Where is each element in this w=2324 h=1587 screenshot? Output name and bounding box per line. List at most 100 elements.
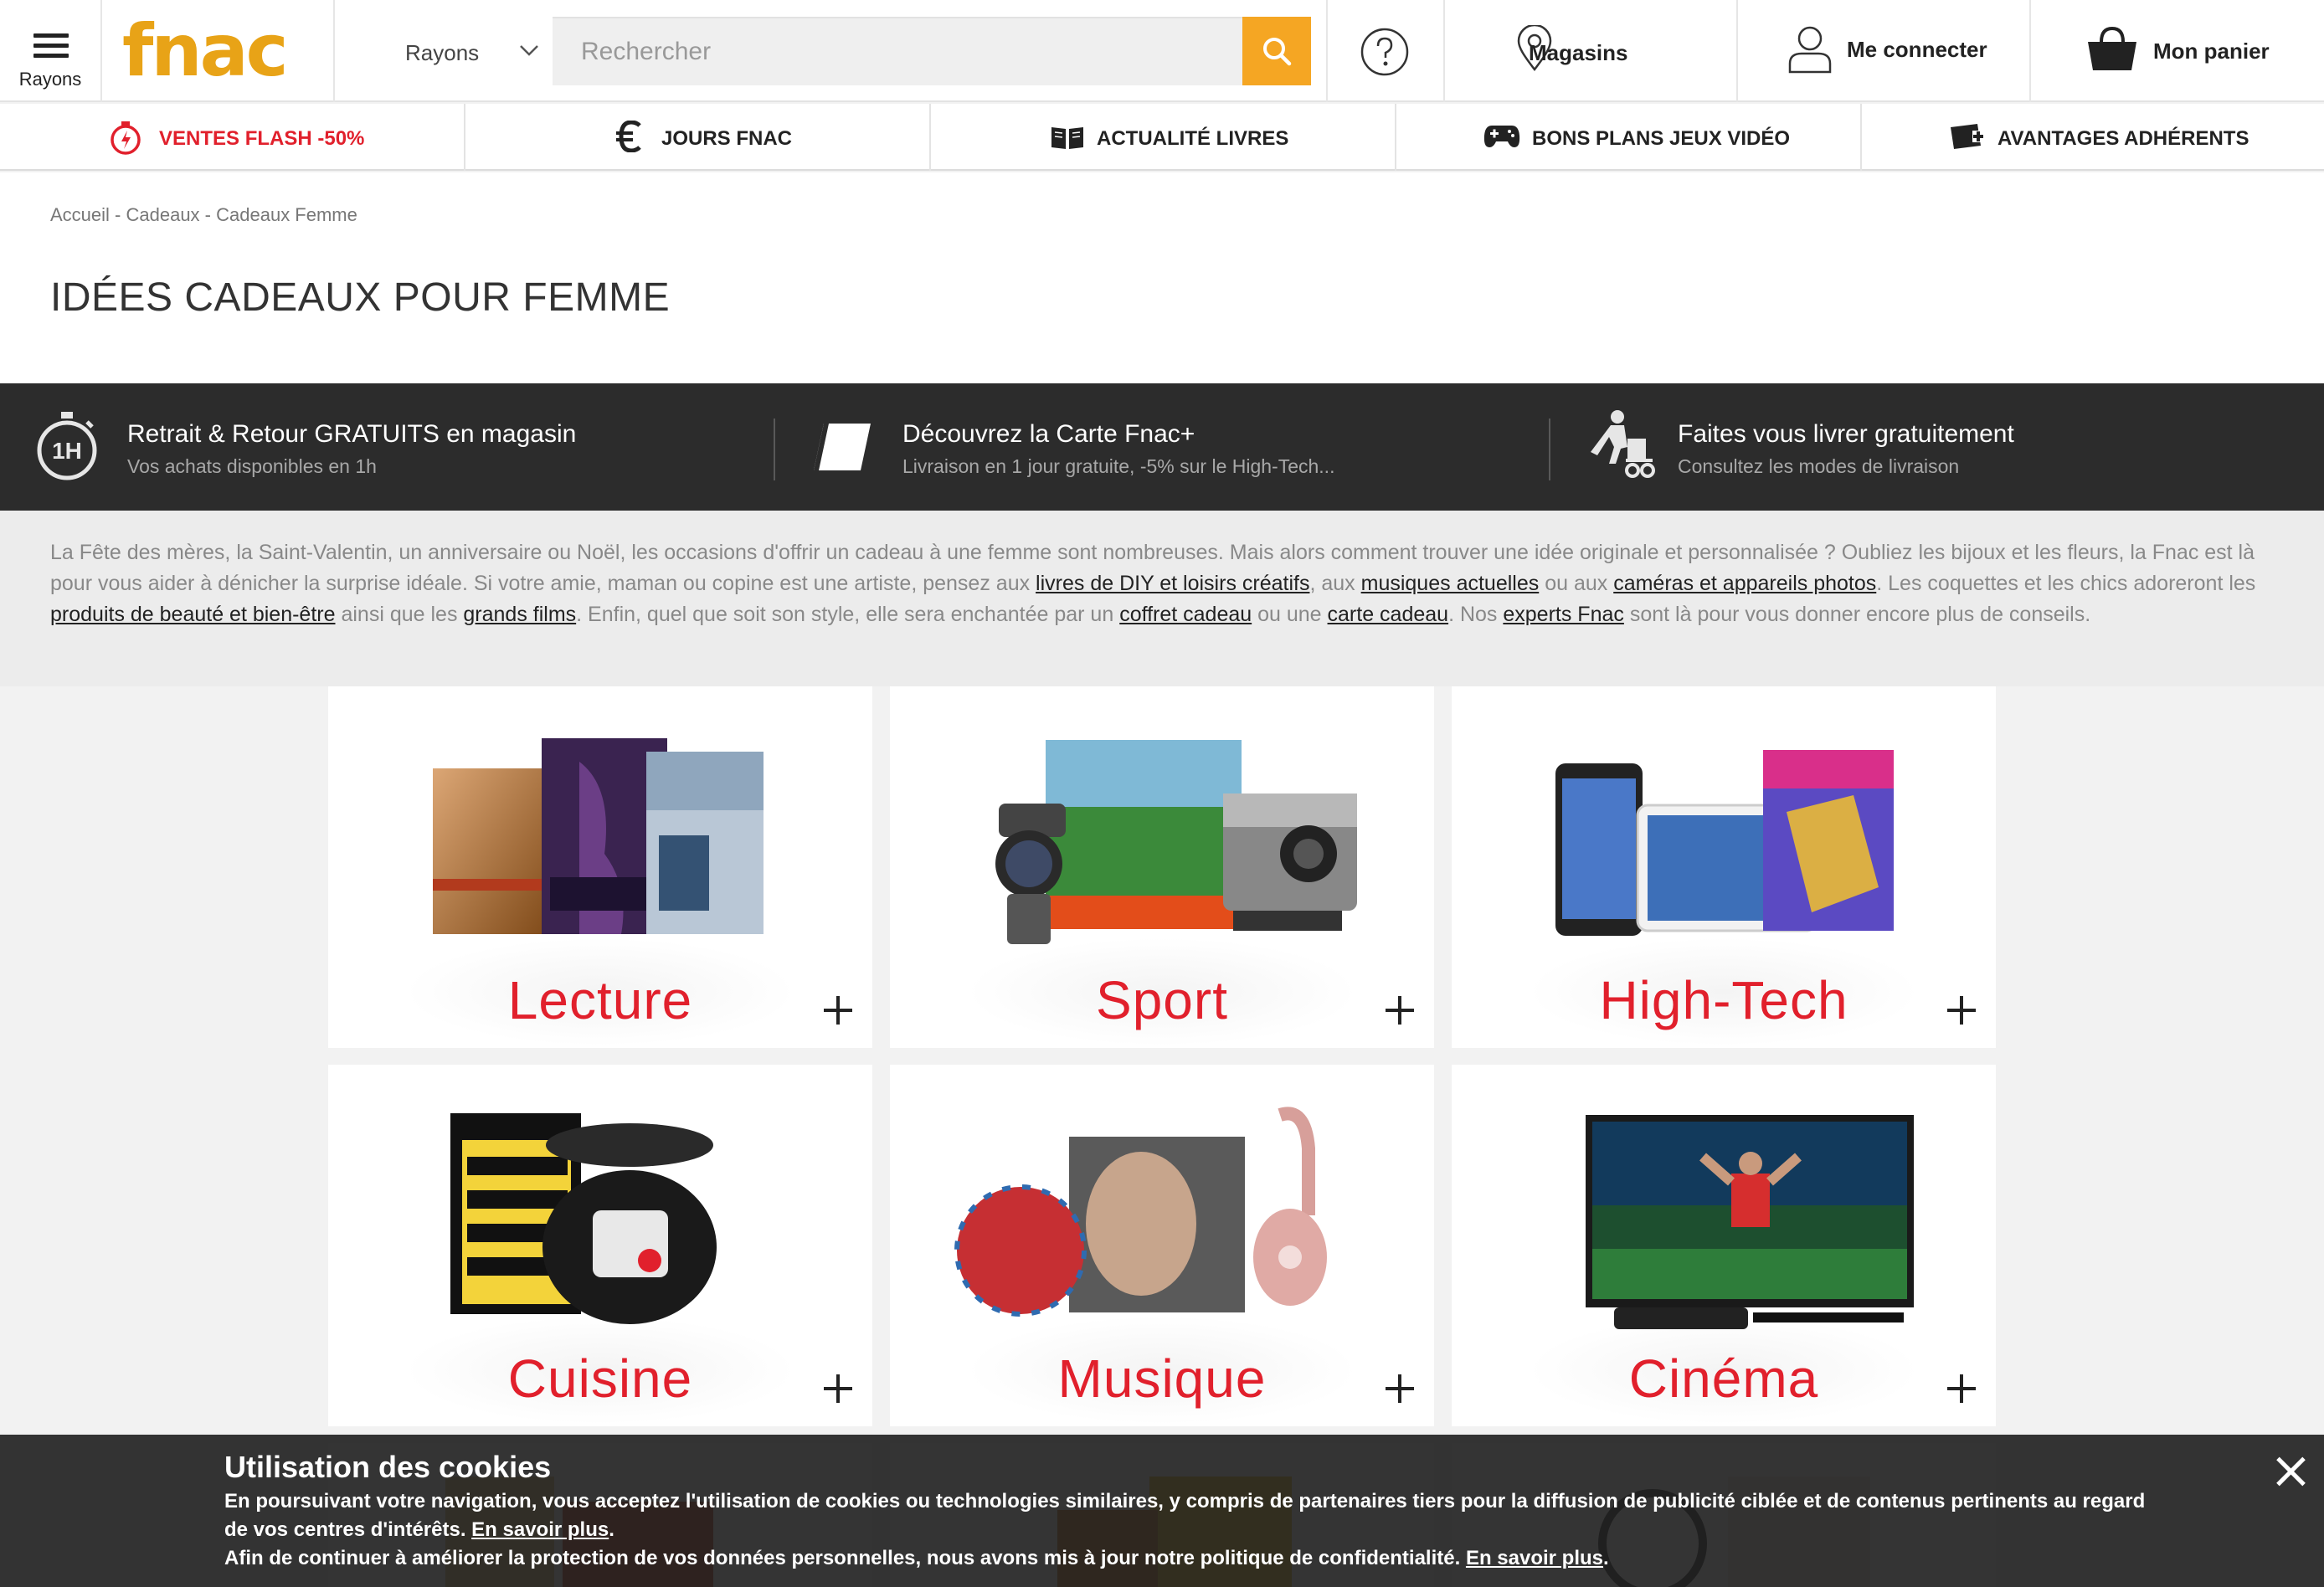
category-tile-cinema[interactable]: Cinéma bbox=[1452, 1065, 1996, 1426]
basket-icon bbox=[2088, 26, 2136, 70]
cookie-text: En poursuivant votre navigation, vous ac… bbox=[224, 1490, 2146, 1513]
intro-fragment: ou aux bbox=[1539, 572, 1614, 595]
delivery-icon bbox=[1591, 410, 1655, 478]
login-label: Me connecter bbox=[1847, 37, 1987, 62]
search-category-select[interactable]: Rayons bbox=[352, 17, 553, 85]
header-divider bbox=[333, 0, 335, 102]
category-name: High-Tech bbox=[1599, 970, 1848, 1030]
cookie-text: de vos centres d'intérêts. En savoir plu… bbox=[224, 1518, 614, 1542]
cookie-text: Afin de continuer à améliorer la protect… bbox=[224, 1547, 1609, 1570]
category-name: Lecture bbox=[507, 970, 693, 1030]
card-icon bbox=[814, 424, 871, 470]
intro-text: La Fête des mères, la Saint-Valentin, un… bbox=[50, 537, 2260, 630]
breadcrumb-item[interactable]: Accueil bbox=[50, 204, 110, 225]
intro-section: La Fête des mères, la Saint-Valentin, un… bbox=[0, 511, 2324, 686]
cinema-products-image bbox=[1586, 1115, 1914, 1329]
stopwatch-icon bbox=[111, 121, 141, 155]
close-icon[interactable] bbox=[2274, 1455, 2307, 1488]
service-subtitle: Vos achats disponibles en 1h bbox=[127, 455, 377, 477]
1h-timer-icon: 1H bbox=[37, 412, 97, 480]
cookie-text-fragment: . bbox=[609, 1518, 614, 1541]
rayons-menu-button[interactable]: Rayons bbox=[0, 0, 102, 102]
category-tile-musique[interactable]: Musique bbox=[890, 1065, 1434, 1426]
category-tile-cuisine[interactable]: Cuisine bbox=[328, 1065, 872, 1426]
nav-label: JOURS FNAC bbox=[661, 127, 793, 150]
user-icon bbox=[1788, 26, 1832, 74]
card-plus-icon bbox=[1951, 124, 1984, 149]
kitchen-products-image bbox=[450, 1113, 717, 1324]
plus-icon[interactable] bbox=[824, 1374, 852, 1403]
cookie-text-fragment: . bbox=[1603, 1547, 1609, 1569]
link-cameras[interactable]: caméras et appareils photos bbox=[1613, 572, 1876, 595]
privacy-learn-more-link[interactable]: En savoir plus bbox=[1466, 1547, 1603, 1569]
category-tile-lecture[interactable]: Lecture bbox=[328, 686, 872, 1048]
plus-icon[interactable] bbox=[1947, 996, 1976, 1025]
link-carte-cadeau[interactable]: carte cadeau bbox=[1328, 603, 1449, 626]
logo-text: fnac bbox=[122, 17, 286, 85]
search-button[interactable] bbox=[1242, 17, 1311, 85]
service-subtitle: Consultez les modes de livraison bbox=[1678, 455, 1960, 477]
high-tech-products-image bbox=[1555, 750, 1894, 936]
intro-fragment: . Enfin, quel que soit son style, elle s… bbox=[576, 603, 1120, 626]
hamburger-icon bbox=[33, 33, 69, 59]
site-header: Rayons fnac Rayons Magasins Me connecter… bbox=[0, 0, 2324, 102]
service-delivery[interactable]: Faites vous livrer gratuitement Consulte… bbox=[1550, 383, 2321, 511]
intro-fragment: ainsi que les bbox=[335, 603, 464, 626]
intro-fragment: sont là pour vous donner encore plus de … bbox=[1623, 603, 2091, 626]
plus-icon[interactable] bbox=[1386, 1374, 1414, 1403]
intro-fragment: , aux bbox=[1309, 572, 1361, 595]
service-click-collect[interactable]: 1H Retrait & Retour GRATUITS en magasin … bbox=[0, 383, 770, 511]
plus-icon[interactable] bbox=[1947, 1374, 1976, 1403]
search-category-value: Rayons bbox=[405, 40, 480, 65]
category-name: Cuisine bbox=[507, 1348, 693, 1409]
category-name: Musique bbox=[1057, 1348, 1267, 1409]
help-icon bbox=[1360, 28, 1409, 76]
category-nav: VENTES FLASH -50% JOURS FNAC ACTUALITÉ L… bbox=[0, 104, 2324, 171]
link-coffret-cadeau[interactable]: coffret cadeau bbox=[1119, 603, 1252, 626]
fnac-logo[interactable]: fnac bbox=[122, 17, 315, 85]
page-head: Accueil - Cadeaux - Cadeaux Femme IDÉES … bbox=[0, 172, 2324, 383]
cart-label: Mon panier bbox=[2153, 39, 2270, 64]
category-name: Sport bbox=[1096, 970, 1228, 1030]
link-experts-fnac[interactable]: experts Fnac bbox=[1503, 603, 1624, 626]
nav-ventes-flash[interactable]: VENTES FLASH -50% bbox=[0, 104, 465, 171]
breadcrumb-item[interactable]: Cadeaux Femme bbox=[216, 204, 357, 225]
search-input[interactable] bbox=[553, 17, 1242, 85]
search-icon bbox=[1263, 38, 1292, 66]
service-carte-fnac[interactable]: Découvrez la Carte Fnac+ Livraison en 1 … bbox=[775, 383, 1545, 511]
stores-label: Magasins bbox=[1529, 40, 1628, 65]
cookie-text-fragment: Afin de continuer à améliorer la protect… bbox=[224, 1547, 1466, 1569]
stores-link[interactable]: Magasins bbox=[1445, 0, 1736, 102]
rayons-menu-label: Rayons bbox=[18, 69, 82, 90]
breadcrumb-separator: - bbox=[199, 204, 217, 225]
help-button[interactable] bbox=[1326, 0, 1443, 102]
service-title: Découvrez la Carte Fnac+ bbox=[902, 420, 1195, 448]
nav-bons-plans-jeux-video[interactable]: BONS PLANS JEUX VIDÉO bbox=[1396, 104, 1862, 171]
cookie-banner: Utilisation des cookies En poursuivant v… bbox=[0, 1435, 2324, 1587]
cookie-title: Utilisation des cookies bbox=[224, 1450, 552, 1484]
chevron-down-icon bbox=[520, 45, 538, 56]
breadcrumb-item[interactable]: Cadeaux bbox=[126, 204, 199, 225]
link-beaute[interactable]: produits de beauté et bien-être bbox=[50, 603, 336, 626]
plus-icon[interactable] bbox=[824, 996, 852, 1025]
cart-link[interactable]: Mon panier bbox=[2031, 0, 2324, 102]
link-diy-books[interactable]: livres de DIY et loisirs créatifs bbox=[1036, 572, 1309, 595]
nav-avantages-adherents[interactable]: AVANTAGES ADHÉRENTS bbox=[1862, 104, 2324, 171]
plus-icon[interactable] bbox=[1386, 996, 1414, 1025]
intro-fragment: . Les coquettes et les chics adoreront l… bbox=[1876, 572, 2256, 595]
category-tile-high-tech[interactable]: High-Tech bbox=[1452, 686, 1996, 1048]
link-grands-films[interactable]: grands films bbox=[463, 603, 576, 626]
sport-products-image bbox=[995, 740, 1357, 944]
search-bar: Rayons bbox=[352, 17, 1311, 85]
service-title: Retrait & Retour GRATUITS en magasin bbox=[127, 420, 577, 448]
category-tile-sport[interactable]: Sport bbox=[890, 686, 1434, 1048]
nav-actualite-livres[interactable]: ACTUALITÉ LIVRES bbox=[931, 104, 1396, 171]
cookie-learn-more-link[interactable]: En savoir plus bbox=[471, 1518, 609, 1541]
page-title: IDÉES CADEAUX POUR FEMME bbox=[50, 275, 671, 320]
books-image bbox=[433, 738, 764, 934]
services-band: 1H Retrait & Retour GRATUITS en magasin … bbox=[0, 383, 2324, 511]
nav-jours-fnac[interactable]: JOURS FNAC bbox=[465, 104, 931, 171]
login-link[interactable]: Me connecter bbox=[1738, 0, 2029, 102]
link-musiques-actuelles[interactable]: musiques actuelles bbox=[1361, 572, 1540, 595]
gamepad-icon bbox=[1483, 126, 1520, 147]
